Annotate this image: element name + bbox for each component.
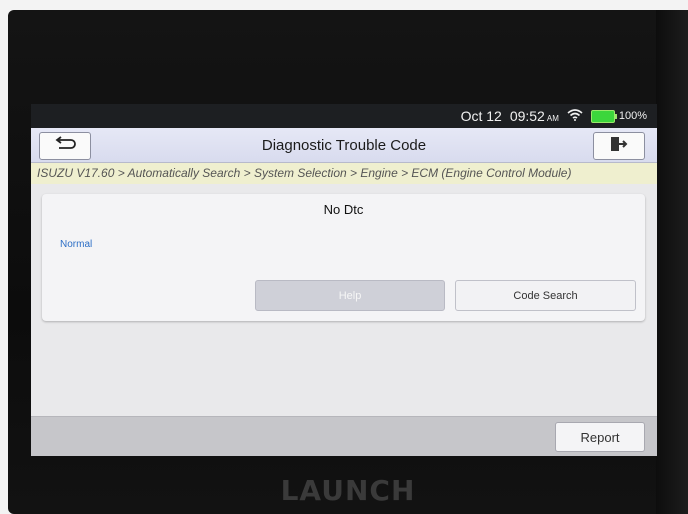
status-bar: Oct 12 09:52 AM 100% bbox=[31, 104, 657, 128]
dtc-panel: No Dtc Normal Help Code Search bbox=[42, 194, 645, 321]
page-title: Diagnostic Trouble Code bbox=[261, 137, 427, 154]
code-search-button[interactable]: Code Search bbox=[455, 280, 636, 311]
status-date: Oct 12 bbox=[460, 108, 502, 124]
dtc-title: No Dtc bbox=[323, 202, 364, 217]
brand-logo: LAUNCH bbox=[280, 474, 416, 507]
status-time-group: 09:52 AM bbox=[510, 108, 559, 124]
breadcrumb: ISUZU V17.60 > Automatically Search > Sy… bbox=[31, 163, 657, 184]
wifi-icon bbox=[567, 108, 583, 124]
device-edge bbox=[656, 10, 688, 514]
battery-percent: 100% bbox=[618, 110, 647, 122]
tablet-screen: Oct 12 09:52 AM 100% Diagnostic Trouble C bbox=[31, 104, 657, 456]
exit-icon bbox=[610, 136, 628, 157]
bottom-toolbar: Report bbox=[31, 416, 657, 456]
status-time: 09:52 bbox=[509, 108, 545, 124]
help-button[interactable]: Help bbox=[255, 280, 445, 311]
title-bar: Diagnostic Trouble Code bbox=[31, 128, 657, 163]
battery-icon bbox=[590, 109, 617, 123]
exit-button[interactable] bbox=[593, 132, 645, 160]
report-button[interactable]: Report bbox=[555, 422, 645, 452]
dtc-status: Normal bbox=[60, 239, 93, 250]
status-ampm: AM bbox=[546, 114, 559, 123]
